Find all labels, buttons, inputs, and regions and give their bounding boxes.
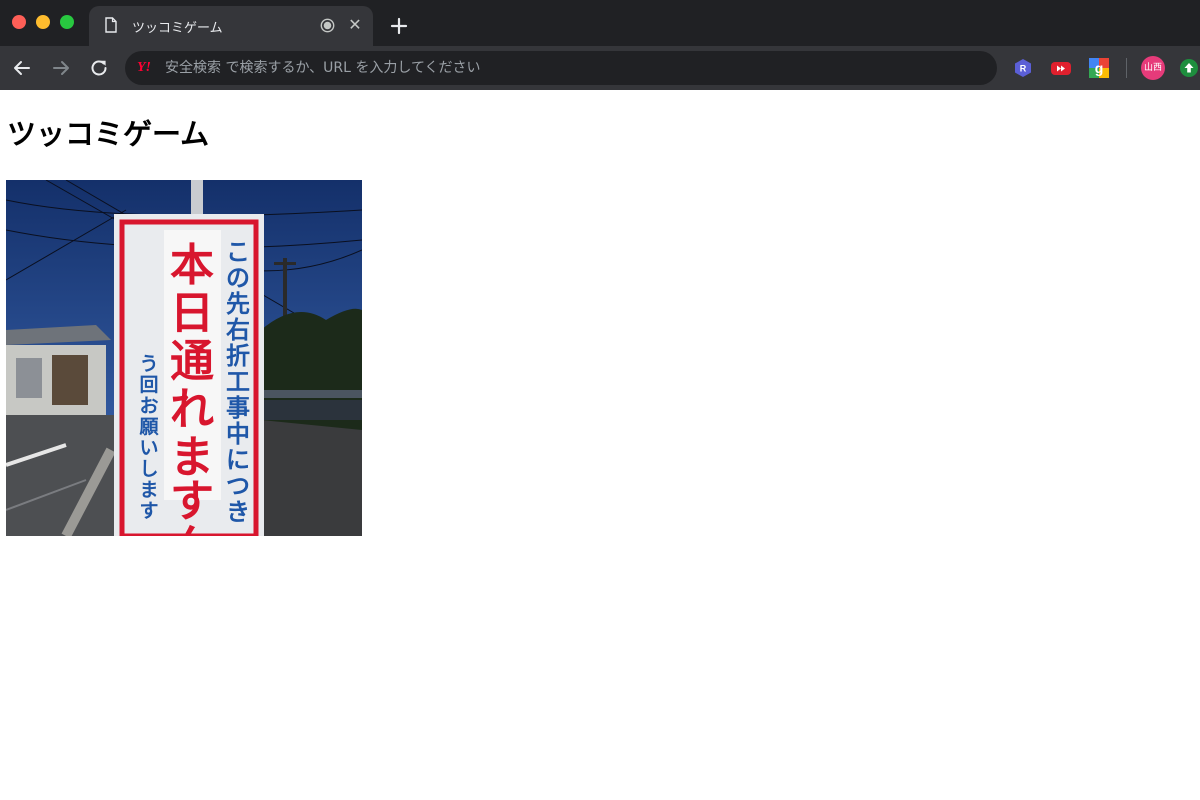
address-bar[interactable]: Y! 安全検索 で検索するか、URL を入力してください	[125, 51, 997, 85]
svg-text:日: 日	[170, 288, 214, 339]
media-playing-icon[interactable]	[320, 18, 335, 33]
svg-text:れ: れ	[170, 384, 214, 435]
browser-titlebar: ツッコミゲーム ✕	[0, 0, 1200, 46]
browser-toolbar: Y! 安全検索 で検索するか、URL を入力してください R g 山西	[0, 46, 1200, 90]
svg-text:先: 先	[226, 290, 250, 318]
svg-text:事: 事	[226, 394, 250, 422]
svg-text:願: 願	[139, 416, 159, 438]
tab-title: ツッコミゲーム	[132, 21, 223, 36]
svg-text:右: 右	[226, 316, 250, 344]
reload-icon[interactable]	[87, 56, 111, 80]
svg-text:本: 本	[170, 240, 214, 291]
toolbar-divider	[1126, 58, 1127, 78]
tab-close-icon[interactable]: ✕	[345, 15, 365, 35]
r-extension-icon[interactable]: R	[1012, 57, 1034, 79]
window-minimize-button[interactable]	[36, 15, 50, 29]
svg-text:に: に	[226, 446, 250, 474]
browser-tab[interactable]: ツッコミゲーム ✕	[89, 6, 373, 46]
address-bar-placeholder: 安全検索 で検索するか、URL を入力してください	[165, 60, 481, 76]
svg-text:ま: ま	[139, 479, 158, 501]
new-tab-icon[interactable]	[388, 15, 410, 37]
svg-text:工: 工	[226, 368, 250, 396]
svg-text:回: 回	[139, 374, 158, 396]
svg-text:ん: ん	[170, 520, 214, 536]
yahoo-search-icon: Y!	[137, 60, 151, 75]
svg-text:通: 通	[170, 336, 214, 387]
window-maximize-button[interactable]	[60, 15, 74, 29]
window-close-button[interactable]	[12, 15, 26, 29]
svg-text:つ: つ	[226, 472, 250, 500]
svg-text:す: す	[139, 500, 158, 522]
upload-extension-icon[interactable]	[1178, 57, 1200, 79]
svg-text:g: g	[1095, 60, 1104, 76]
back-arrow-icon[interactable]	[10, 56, 34, 80]
svg-text:き: き	[226, 498, 250, 526]
svg-text:R: R	[1020, 64, 1027, 74]
profile-avatar[interactable]: 山西	[1141, 56, 1165, 80]
svg-text:お: お	[139, 395, 158, 417]
svg-text:こ: こ	[226, 238, 250, 266]
svg-text:し: し	[139, 458, 158, 480]
youtube-extension-icon[interactable]	[1050, 57, 1072, 79]
document-icon	[105, 17, 117, 33]
svg-text:折: 折	[226, 342, 250, 370]
svg-text:中: 中	[226, 420, 250, 448]
svg-text:の: の	[226, 264, 250, 292]
google-extension-icon[interactable]: g	[1088, 57, 1110, 79]
svg-text:う: う	[139, 353, 158, 375]
sign-photo: 本 日 通 れ ま す ん こ の 先 右 折 工 事 中 に つ き う 回 …	[6, 180, 362, 536]
forward-arrow-icon[interactable]	[49, 56, 73, 80]
svg-text:い: い	[139, 437, 158, 459]
page-title: ツッコミゲーム	[7, 117, 210, 151]
